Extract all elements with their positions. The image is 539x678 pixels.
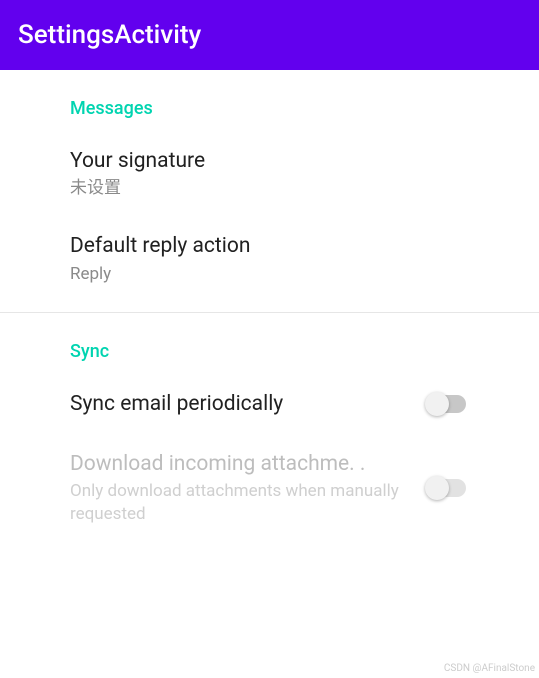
pref-text: Download incoming attachme. . Only downl… xyxy=(70,450,405,526)
switch-sync-periodic[interactable] xyxy=(425,393,469,415)
pref-text: Default reply action Reply xyxy=(70,232,469,285)
settings-content: Messages Your signature 未设置 Default repl… xyxy=(0,70,539,542)
pref-title: Download incoming attachme. . xyxy=(70,450,405,478)
pref-text: Sync email periodically xyxy=(70,390,405,418)
pref-summary: Reply xyxy=(70,263,469,286)
section-header-sync: Sync xyxy=(0,313,539,374)
section-header-messages: Messages xyxy=(0,70,539,131)
pref-reply-action[interactable]: Default reply action Reply xyxy=(0,216,539,301)
pref-summary: Only download attachments when manually … xyxy=(70,480,405,526)
pref-title: Default reply action xyxy=(70,232,469,260)
pref-sync-periodic[interactable]: Sync email periodically xyxy=(0,374,539,434)
app-title: SettingsActivity xyxy=(18,20,201,50)
pref-title: Your signature xyxy=(70,147,469,175)
pref-summary: 未设置 xyxy=(70,177,469,200)
pref-download-attachments: Download incoming attachme. . Only downl… xyxy=(0,434,539,542)
pref-text: Your signature 未设置 xyxy=(70,147,469,200)
pref-signature[interactable]: Your signature 未设置 xyxy=(0,131,539,216)
pref-title: Sync email periodically xyxy=(70,390,405,418)
switch-thumb xyxy=(425,392,449,416)
switch-thumb xyxy=(425,476,449,500)
switch-download-attachments xyxy=(425,477,469,499)
watermark: CSDN @AFinalStone xyxy=(444,663,535,674)
app-bar: SettingsActivity xyxy=(0,0,539,70)
